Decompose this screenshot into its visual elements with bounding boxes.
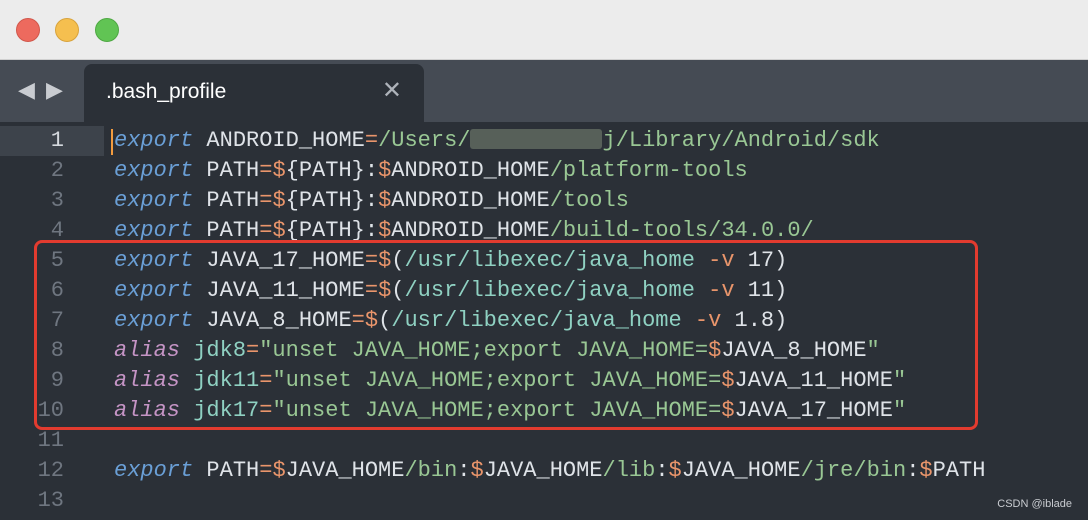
text-cursor xyxy=(111,129,113,155)
code-line: 2 export PATH=${PATH}:$ANDROID_HOME/plat… xyxy=(0,156,1088,186)
line-number: 1 xyxy=(50,128,64,153)
redacted-username xyxy=(470,129,603,149)
back-arrow-icon[interactable]: ◀ xyxy=(18,77,35,103)
window-titlebar xyxy=(0,0,1088,60)
line-number: 11 xyxy=(37,428,64,453)
tab-bar: ◀ ▶ .bash_profile ✕ xyxy=(0,60,1088,122)
red-highlight-annotation xyxy=(34,240,978,430)
code-line: 3 export PATH=${PATH}:$ANDROID_HOME/tool… xyxy=(0,186,1088,216)
line-number: 2 xyxy=(50,158,64,183)
code-line: 12 export PATH=$JAVA_HOME/bin:$JAVA_HOME… xyxy=(0,456,1088,486)
tab-label: .bash_profile xyxy=(106,80,227,103)
close-tab-icon[interactable]: ✕ xyxy=(382,78,402,104)
line-number: 13 xyxy=(37,488,64,513)
watermark: CSDN @iblade xyxy=(997,498,1072,510)
zoom-window-button[interactable] xyxy=(95,18,119,42)
minimize-window-button[interactable] xyxy=(55,18,79,42)
code-line: 13 xyxy=(0,486,1088,516)
close-window-button[interactable] xyxy=(16,18,40,42)
code-line: 11 xyxy=(0,426,1088,456)
line-number: 3 xyxy=(50,188,64,213)
forward-arrow-icon[interactable]: ▶ xyxy=(46,77,63,103)
code-line: 1 export ANDROID_HOME=/Users/j/Library/A… xyxy=(0,126,1088,156)
line-number: 12 xyxy=(37,458,64,483)
tab-bash-profile[interactable]: .bash_profile ✕ xyxy=(84,64,424,122)
